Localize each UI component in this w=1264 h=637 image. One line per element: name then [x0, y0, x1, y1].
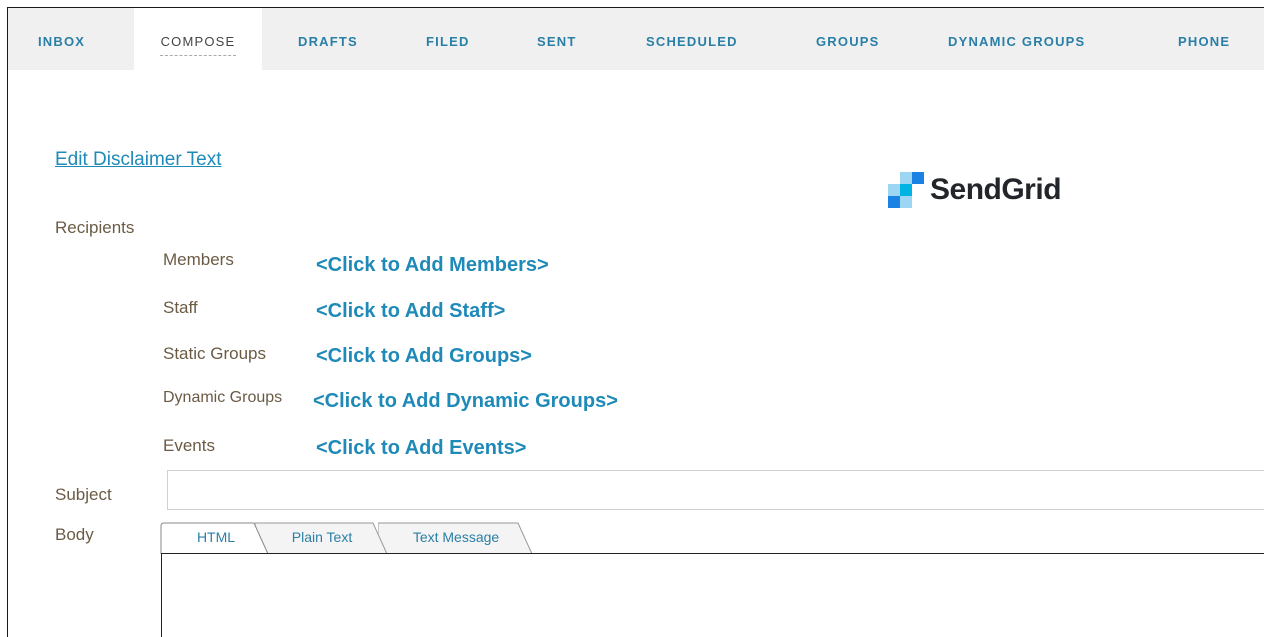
tab-html-label: HTML: [196, 529, 236, 545]
tab-inbox[interactable]: INBOX: [38, 8, 85, 70]
sendgrid-logo-text: SendGrid: [930, 173, 1062, 206]
tab-compose[interactable]: COMPOSE: [134, 8, 262, 70]
sendgrid-logo: SendGrid: [888, 170, 1062, 210]
tab-phone[interactable]: PHONE: [1178, 8, 1230, 70]
body-format-tabs: Text Message Plain Text HTML: [160, 522, 560, 554]
tab-text-message[interactable]: Text Message: [378, 522, 534, 554]
tab-drafts[interactable]: DRAFTS: [298, 8, 358, 70]
tab-html[interactable]: HTML: [160, 522, 272, 554]
staff-label: Staff: [163, 298, 198, 317]
add-dynamic-groups-link[interactable]: <Click to Add Dynamic Groups>: [313, 390, 618, 413]
body-label: Body: [55, 525, 94, 544]
tab-scheduled[interactable]: SCHEDULED: [646, 8, 738, 70]
static-groups-label: Static Groups: [163, 344, 266, 363]
dynamic-groups-label: Dynamic Groups: [163, 389, 283, 406]
events-label: Events: [163, 436, 215, 455]
members-label: Members: [163, 250, 234, 269]
subject-label: Subject: [55, 485, 112, 504]
tab-text-message-label: Text Message: [412, 529, 500, 545]
add-members-link[interactable]: <Click to Add Members>: [316, 254, 549, 277]
edit-disclaimer-link[interactable]: Edit Disclaimer Text: [55, 149, 221, 171]
add-staff-link[interactable]: <Click to Add Staff>: [316, 300, 505, 323]
top-nav: INBOX COMPOSE DRAFTS FILED SENT SCHEDULE…: [8, 8, 1264, 70]
tab-plain-text[interactable]: Plain Text: [255, 522, 389, 554]
body-editor[interactable]: [161, 553, 1264, 637]
add-groups-link[interactable]: <Click to Add Groups>: [316, 345, 532, 368]
tab-groups[interactable]: GROUPS: [816, 8, 880, 70]
tab-filed[interactable]: FILED: [426, 8, 470, 70]
add-events-link[interactable]: <Click to Add Events>: [316, 437, 526, 460]
tab-compose-underline: [160, 55, 236, 56]
tab-plain-text-label: Plain Text: [291, 529, 353, 545]
tab-dynamic-groups[interactable]: DYNAMIC GROUPS: [948, 8, 1085, 70]
subject-input[interactable]: [167, 470, 1264, 510]
recipients-label: Recipients: [55, 218, 135, 237]
tab-compose-label: COMPOSE: [160, 34, 236, 49]
tab-sent[interactable]: SENT: [537, 8, 576, 70]
compose-window: INBOX COMPOSE DRAFTS FILED SENT SCHEDULE…: [7, 7, 1264, 637]
sendgrid-logo-icon: [888, 172, 924, 208]
